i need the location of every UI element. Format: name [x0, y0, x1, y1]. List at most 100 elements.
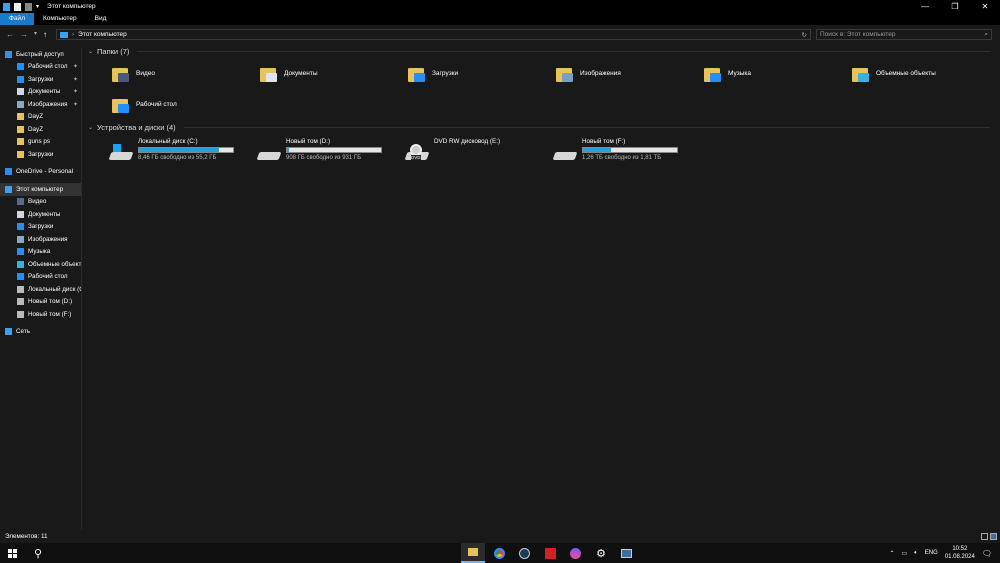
- drive-free-space: 908 ГБ свободно из 931 ГБ: [286, 155, 362, 161]
- address-input[interactable]: › Этот компьютер ↻: [56, 29, 811, 40]
- tab-file[interactable]: Файл: [0, 13, 34, 25]
- sidebar-item[interactable]: guns ps: [0, 136, 81, 149]
- sidebar-item[interactable]: Изображения: [0, 233, 81, 246]
- drives-list: Локальный диск (C:) 8,46 ГБ свободно из 5…: [84, 138, 1000, 164]
- folder-item[interactable]: Документы: [260, 58, 408, 89]
- sidebar-item-label: Документы: [28, 210, 61, 218]
- amd-taskbar-button[interactable]: [538, 543, 562, 563]
- explorer-taskbar-button[interactable]: [461, 543, 485, 563]
- app-taskbar-button[interactable]: [563, 543, 587, 563]
- drives-group-header[interactable]: ⌄ Устройства и диски (4): [88, 120, 1000, 134]
- volume-icon[interactable]: 🔈︎: [914, 550, 918, 557]
- drive-item[interactable]: Новый том (D:) 908 ГБ свободно из 931 ГБ: [256, 138, 406, 164]
- sidebar-item-label: Рабочий стол: [28, 63, 68, 71]
- sidebar-item[interactable]: Загрузки: [0, 148, 81, 161]
- folders-group-header[interactable]: ⌄ Папки (7): [88, 44, 1000, 58]
- collapse-chevron-icon[interactable]: ⌄: [88, 48, 93, 55]
- recent-chevron-icon[interactable]: ▾: [34, 30, 37, 39]
- sidebar-item[interactable]: Документы: [0, 208, 81, 221]
- monitor-taskbar-button[interactable]: [614, 543, 638, 563]
- folder-item[interactable]: Музыка: [704, 58, 852, 89]
- up-arrow-icon[interactable]: ↑: [43, 30, 47, 39]
- sidebar-item[interactable]: Рабочий стол ✦: [0, 61, 81, 74]
- sidebar-item[interactable]: Быстрый доступ: [0, 48, 81, 61]
- properties-icon[interactable]: [14, 2, 21, 11]
- customize-chevron-icon[interactable]: ▾: [36, 3, 39, 10]
- sidebar-item-icon: [17, 125, 24, 133]
- chrome-taskbar-button[interactable]: [487, 543, 511, 563]
- folder-item[interactable]: Рабочий стол: [112, 89, 260, 120]
- hard-drive-icon: [108, 144, 134, 164]
- window-title: Этот компьютер: [47, 3, 96, 10]
- divider: [137, 50, 990, 52]
- notifications-icon[interactable]: 🗨︎: [982, 549, 992, 558]
- pin-icon: ✦: [72, 76, 78, 83]
- sidebar-item[interactable]: Рабочий стол: [0, 271, 81, 284]
- sidebar-item[interactable]: Изображения ✦: [0, 98, 81, 111]
- monitor-icon: [620, 548, 632, 558]
- folder-item[interactable]: Загрузки: [408, 58, 556, 89]
- sidebar-item[interactable]: Музыка: [0, 246, 81, 259]
- tab-view[interactable]: Вид: [86, 13, 116, 25]
- sidebar-item[interactable]: Загрузки: [0, 221, 81, 234]
- folder-label: Музыка: [728, 70, 751, 77]
- start-button[interactable]: [0, 543, 24, 563]
- drive-item[interactable]: DVD DVD RW дисковод (E:): [404, 138, 554, 164]
- tab-computer[interactable]: Компьютер: [34, 13, 86, 25]
- hard-drive-icon: [256, 144, 282, 164]
- sidebar-item[interactable]: OneDrive - Personal: [0, 166, 81, 179]
- show-hidden-icons-chevron-icon[interactable]: ⌃: [889, 550, 894, 557]
- clock[interactable]: 10:52 01.08.2024: [945, 545, 975, 561]
- search-input[interactable]: Поиск в: Этот компьютер ⌕: [816, 29, 992, 40]
- sidebar-item-label: guns ps: [28, 138, 51, 146]
- folder-icon: [408, 65, 426, 83]
- sidebar-item-icon: [5, 328, 12, 336]
- large-icons-view-icon[interactable]: [990, 533, 997, 540]
- back-arrow-icon[interactable]: ←: [6, 30, 14, 39]
- sidebar-item[interactable]: Новый том (D:): [0, 296, 81, 309]
- sidebar-item[interactable]: Локальный диск (C:): [0, 283, 81, 296]
- sidebar-item[interactable]: Видео: [0, 196, 81, 209]
- folder-item[interactable]: Изображения: [556, 58, 704, 89]
- breadcrumb-this-pc[interactable]: Этот компьютер: [78, 31, 127, 38]
- folder-item[interactable]: Видео: [112, 58, 260, 89]
- sidebar-item-label: Локальный диск (C:): [28, 285, 81, 293]
- sidebar-item-label: Музыка: [28, 248, 51, 256]
- sidebar-item[interactable]: Новый том (F:): [0, 308, 81, 321]
- sidebar-item[interactable]: DayZ: [0, 111, 81, 124]
- sidebar-item[interactable]: Сеть: [0, 326, 81, 339]
- item-count: Элементов: 11: [5, 533, 48, 540]
- folder-item[interactable]: Объемные объекты: [852, 58, 1000, 89]
- settings-taskbar-button[interactable]: ⚙: [589, 543, 613, 563]
- refresh-icon[interactable]: ↻: [802, 31, 807, 39]
- search-button[interactable]: ⚲: [26, 543, 50, 563]
- drives-group-title: Устройства и диски (4): [97, 122, 176, 132]
- sidebar-item-icon: [17, 285, 24, 293]
- language-indicator[interactable]: ENG: [925, 550, 938, 556]
- close-button[interactable]: ✕: [970, 0, 1000, 13]
- collapse-chevron-icon[interactable]: ⌄: [88, 124, 93, 131]
- sidebar-item[interactable]: Загрузки ✦: [0, 73, 81, 86]
- sidebar-item[interactable]: Документы ✦: [0, 86, 81, 99]
- forward-arrow-icon[interactable]: →: [20, 30, 28, 39]
- network-icon[interactable]: ▭: [902, 550, 908, 557]
- time: 10:52: [952, 546, 968, 552]
- sidebar-item[interactable]: DayZ: [0, 123, 81, 136]
- system-tray: ⌃ ▭ 🔈︎ ENG 10:52 01.08.2024 🗨︎: [889, 543, 1000, 563]
- drive-label: Новый том (F:): [582, 138, 626, 145]
- maximize-button[interactable]: ❐: [940, 0, 970, 13]
- minimize-button[interactable]: —: [910, 0, 940, 13]
- folder-label: Видео: [136, 70, 155, 77]
- steam-taskbar-button[interactable]: [512, 543, 536, 563]
- drive-label: DVD RW дисковод (E:): [434, 138, 501, 145]
- drive-item[interactable]: Новый том (F:) 1,26 ТБ свободно из 1,81 Т…: [552, 138, 702, 164]
- search-icon: ⚲: [33, 547, 43, 560]
- sidebar-item[interactable]: Объемные объекты: [0, 258, 81, 271]
- sidebar-item-icon: [17, 223, 24, 231]
- search-icon[interactable]: ⌕: [984, 30, 988, 39]
- drive-item[interactable]: Локальный диск (C:) 8,46 ГБ свободно из 5…: [108, 138, 258, 164]
- details-view-icon[interactable]: [981, 533, 988, 540]
- sidebar-item-icon: [17, 138, 24, 146]
- sidebar-item[interactable]: Этот компьютер: [0, 183, 81, 196]
- new-folder-icon[interactable]: [25, 2, 32, 11]
